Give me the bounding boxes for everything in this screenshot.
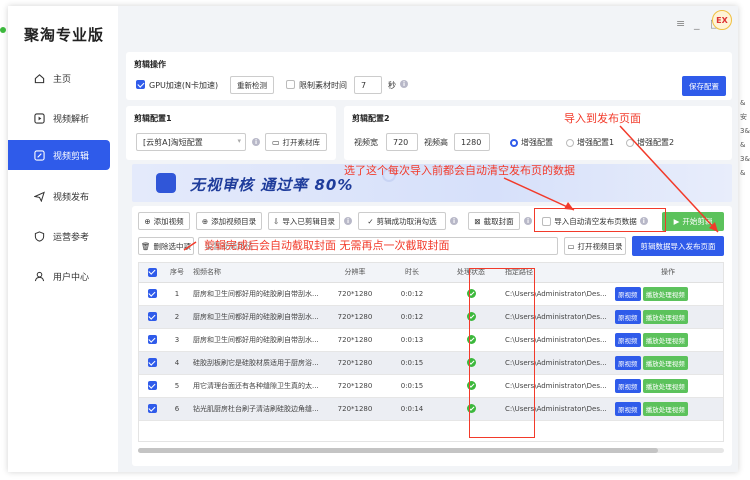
edge-text-line: 3&	[740, 155, 750, 163]
sidebar-item-video-publish[interactable]: 视频发布	[8, 182, 110, 210]
sidebar-item-label: 运营参考	[53, 232, 90, 243]
sidebar-item-video-parse[interactable]: 视频解析	[8, 104, 110, 132]
sidebar-item-label: 主页	[53, 74, 72, 85]
app-window: 聚淘专业版 主页 视频解析 视频剪辑 视频发布 运营参考 用户中心 ≡ _ EX…	[8, 6, 738, 472]
user-icon	[34, 271, 45, 282]
status-dot	[0, 27, 6, 33]
sidebar-item-label: 视频发布	[53, 192, 90, 203]
sidebar-item-label: 视频解析	[53, 114, 90, 125]
sidebar-item-label: 用户中心	[53, 272, 90, 283]
shield-icon	[34, 230, 45, 242]
edge-text-line: 3&	[740, 127, 750, 135]
edit-icon	[34, 149, 45, 161]
sidebar-item-home[interactable]: 主页	[8, 64, 110, 92]
sidebar-item-video-edit[interactable]: 视频剪辑	[8, 140, 110, 170]
edge-text-line: &	[740, 141, 746, 149]
sidebar-item-user-center[interactable]: 用户中心	[8, 262, 110, 290]
main-content: ≡ _ □ EX 剪辑操作 GPU加速(N卡加速) 重新检测 限制素材时间 7 …	[126, 6, 738, 472]
sidebar: 聚淘专业版 主页 视频解析 视频剪辑 视频发布 运营参考 用户中心	[8, 6, 118, 472]
play-icon	[34, 112, 45, 124]
annotation-arrows	[183, 125, 719, 251]
home-icon	[34, 73, 45, 84]
app-title: 聚淘专业版	[24, 26, 105, 44]
edge-text-line: &安	[740, 99, 747, 121]
edge-text: &安 3& & 3& &	[740, 96, 750, 180]
edge-text-line: &	[740, 169, 746, 177]
sidebar-item-operation-ref[interactable]: 运营参考	[8, 222, 110, 250]
send-icon	[34, 190, 45, 202]
sidebar-item-label: 视频剪辑	[53, 151, 90, 162]
